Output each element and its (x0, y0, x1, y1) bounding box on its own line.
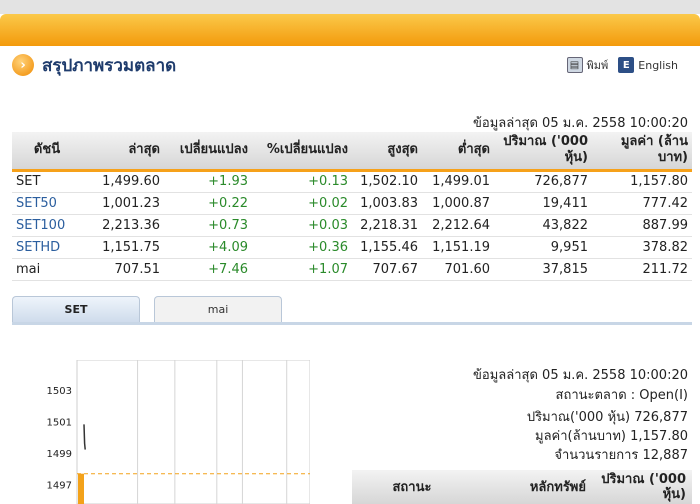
english-flag-icon[interactable]: E (618, 57, 635, 73)
cell-last: 1,499.60 (82, 170, 164, 193)
cell-percent: +1.07 (252, 258, 352, 281)
y-tick-label: 1501 (47, 417, 72, 428)
summary-table-header: สถานะ หลักทรัพย์ ปริมาณ ('000 หุ้น) (352, 470, 692, 504)
col-change: เปลี่ยนแปลง (164, 132, 252, 172)
cell-volume: 9,951 (494, 236, 592, 259)
page-title: สรุปภาพรวมตลาด (42, 55, 177, 76)
summary-table: สถานะ หลักทรัพย์ ปริมาณ ('000 หุ้น) (352, 470, 692, 504)
arrow-circle-icon: › (12, 54, 34, 76)
col-percent-change: %เปลี่ยนแปลง (252, 132, 352, 172)
index-name: mai (12, 258, 82, 281)
table-row: SET 1,499.60 +1.93 +0.13 1,502.10 1,499.… (12, 170, 692, 193)
y-tick-label: 1503 (47, 386, 72, 397)
cell-high: 1,003.83 (352, 192, 422, 215)
last-updated: ข้อมูลล่าสุด 05 ม.ค. 2558 10:00:20 (473, 116, 688, 131)
print-link[interactable]: พิมพ์ (587, 56, 609, 74)
market-deals: จำนวนรายการ 12,887 (554, 448, 688, 463)
cell-change: +1.93 (164, 170, 252, 193)
col-status: สถานะ (352, 470, 472, 504)
y-tick-label: 1499 (47, 449, 72, 460)
cell-low: 1,499.01 (422, 170, 494, 193)
cell-high: 2,218.31 (352, 214, 422, 237)
cell-value: 1,157.80 (592, 170, 692, 193)
cell-value: 777.42 (592, 192, 692, 215)
cell-change: +0.22 (164, 192, 252, 215)
table-row: SETHD 1,151.75 +4.09 +0.36 1,155.46 1,15… (12, 236, 692, 259)
col-index: ดัชนี (12, 132, 82, 172)
col-volume: ปริมาณ ('000 หุ้น) (494, 132, 592, 172)
col-value: มูลค่า (ล้านบาท) (592, 132, 692, 172)
index-link[interactable]: SET50 (12, 192, 82, 215)
market-volume: ปริมาณ('000 หุ้น) 726,877 (526, 410, 688, 425)
toolbar: ▤ พิมพ์ E English (566, 56, 689, 74)
index-table: ดัชนี ล่าสุด เปลี่ยนแปลง %เปลี่ยนแปลง สู… (12, 132, 692, 281)
page-header: › สรุปภาพรวมตลาด (12, 52, 176, 78)
table-row: SET50 1,001.23 +0.22 +0.02 1,003.83 1,00… (12, 192, 692, 215)
chart-plot-area (76, 360, 310, 504)
market-value: มูลค่า(ล้านบาท) 1,157.80 (535, 429, 688, 444)
y-tick-label: 1497 (47, 480, 72, 491)
index-table-header: ดัชนี ล่าสุด เปลี่ยนแปลง %เปลี่ยนแปลง สู… (12, 132, 692, 172)
table-row: mai 707.51 +7.46 +1.07 707.67 701.60 37,… (12, 258, 692, 281)
col-high: สูงสุด (352, 132, 422, 172)
header-bar (0, 14, 700, 46)
cell-low: 2,212.64 (422, 214, 494, 237)
market-status: สถานะตลาด : Open(I) (555, 388, 688, 403)
cell-change: +0.73 (164, 214, 252, 237)
cell-high: 707.67 (352, 258, 422, 281)
col-low: ต่ำสุด (422, 132, 494, 172)
tab-mai[interactable]: mai (154, 296, 282, 322)
cell-last: 707.51 (82, 258, 164, 281)
cell-low: 1,000.87 (422, 192, 494, 215)
cell-value: 378.82 (592, 236, 692, 259)
cell-percent: +0.36 (252, 236, 352, 259)
cell-change: +7.46 (164, 258, 252, 281)
top-strip (0, 0, 700, 14)
cell-high: 1,155.46 (352, 236, 422, 259)
cell-low: 701.60 (422, 258, 494, 281)
cell-last: 1,151.75 (82, 236, 164, 259)
cell-volume: 43,822 (494, 214, 592, 237)
volume-bar (78, 473, 84, 504)
cell-percent: +0.02 (252, 192, 352, 215)
cell-change: +4.09 (164, 236, 252, 259)
cell-percent: +0.03 (252, 214, 352, 237)
intraday-chart: 1503 1501 1499 1497 (47, 360, 310, 504)
printer-icon[interactable]: ▤ (566, 57, 583, 73)
cell-last: 2,213.36 (82, 214, 164, 237)
index-link[interactable]: SET100 (12, 214, 82, 237)
col-last: ล่าสุด (82, 132, 164, 172)
index-link[interactable]: SETHD (12, 236, 82, 259)
tab-underline (12, 322, 692, 325)
english-link[interactable]: English (638, 59, 678, 72)
cell-last: 1,001.23 (82, 192, 164, 215)
cell-percent: +0.13 (252, 170, 352, 193)
market-updated: ข้อมูลล่าสุด 05 ม.ค. 2558 10:00:20 (473, 368, 688, 383)
cell-high: 1,502.10 (352, 170, 422, 193)
chart-y-ticks: 1503 1501 1499 1497 (47, 386, 72, 492)
tab-set[interactable]: SET (12, 296, 140, 322)
cell-volume: 726,877 (494, 170, 592, 193)
index-name: SET (12, 170, 82, 193)
table-row: SET100 2,213.36 +0.73 +0.03 2,218.31 2,2… (12, 214, 692, 237)
col-securities: หลักทรัพย์ (472, 470, 592, 504)
market-tabs: SET mai (12, 296, 692, 325)
cell-value: 211.72 (592, 258, 692, 281)
cell-volume: 37,815 (494, 258, 592, 281)
cell-low: 1,151.19 (422, 236, 494, 259)
cell-value: 887.99 (592, 214, 692, 237)
col-summary-volume: ปริมาณ ('000 หุ้น) (592, 470, 692, 504)
cell-volume: 19,411 (494, 192, 592, 215)
